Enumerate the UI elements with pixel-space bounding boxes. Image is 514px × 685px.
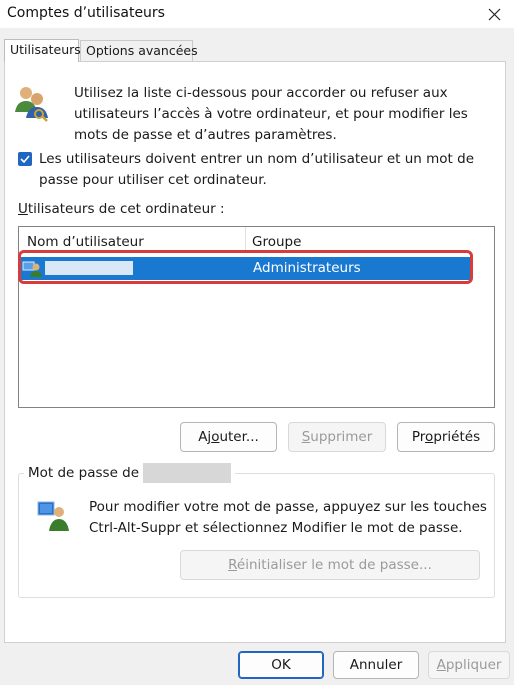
redacted-username (143, 463, 232, 483)
close-icon (488, 8, 500, 20)
intro-text: Utilisez la liste ci-dessous pour accord… (74, 85, 468, 143)
require-login-label[interactable]: Les utilisateurs doivent entrer un nom d… (39, 149, 479, 191)
password-user-icon (37, 501, 69, 531)
remove-user-button[interactable]: Supprimer (288, 422, 386, 452)
add-user-button[interactable]: Ajouter... (180, 422, 277, 452)
column-header-username[interactable]: Nom d’utilisateur (19, 227, 246, 251)
title-bar: Comptes d’utilisateurs (0, 0, 514, 28)
close-button[interactable] (474, 0, 514, 28)
cancel-button[interactable]: Annuler (333, 651, 419, 679)
password-group-label: Mot de passe de (24, 463, 236, 483)
selection-highlight-annotation (18, 250, 473, 284)
window-title: Comptes d’utilisateurs (7, 5, 165, 21)
tab-users[interactable]: Utilisateurs (4, 39, 81, 62)
require-login-checkbox[interactable] (18, 152, 32, 166)
apply-button[interactable]: Appliquer (428, 651, 510, 679)
column-header-group[interactable]: Groupe (247, 227, 494, 251)
ok-button[interactable]: OK (238, 651, 324, 679)
tab-advanced-options[interactable]: Options avancées (80, 40, 198, 61)
checkmark-icon (20, 155, 30, 164)
users-icon (15, 87, 48, 122)
users-list-label: Utilisateurs de cet ordinateur : (18, 201, 225, 217)
properties-button[interactable]: Propriétés (397, 422, 495, 452)
password-help-text: Pour modifier votre mot de passe, appuye… (89, 499, 487, 536)
reset-password-button[interactable]: Réinitialiser le mot de passe... (180, 550, 480, 580)
